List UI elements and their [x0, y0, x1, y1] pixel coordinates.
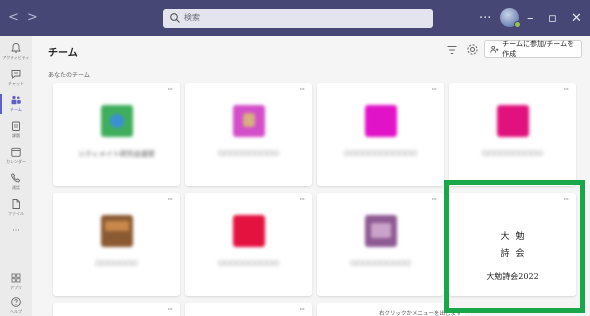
team-name: ○○○○○○○○○○: [217, 149, 280, 157]
minimize-button[interactable]: –: [527, 8, 534, 28]
apps-icon: [11, 273, 21, 283]
team-card[interactable]: ··· シティメイト研究会議室: [53, 83, 180, 186]
team-name: ○○○○○○○○○○: [481, 149, 544, 157]
help-icon: [11, 297, 21, 307]
more-options-icon[interactable]: ···: [431, 195, 437, 204]
presence-status-icon: [514, 21, 521, 28]
team-avatar: [232, 105, 265, 137]
rail-label: ファイル: [8, 211, 24, 216]
more-options-icon[interactable]: ···: [299, 85, 305, 94]
close-icon: ✕: [571, 10, 582, 26]
teams-icon: [11, 95, 21, 105]
team-name: ○○○○○○○: [95, 259, 138, 267]
people-add-icon: [490, 45, 499, 53]
team-name: シティメイト研究会議室: [78, 150, 155, 158]
more-options-icon[interactable]: ···: [167, 195, 173, 204]
rail-label: アクティビティ: [2, 55, 30, 60]
chat-icon: [11, 70, 21, 79]
search-icon: [170, 13, 180, 23]
phone-icon: [10, 173, 21, 183]
filter-icon[interactable]: [446, 44, 458, 56]
back-arrow-icon[interactable]: <: [8, 10, 19, 26]
team-avatar: [232, 215, 265, 247]
rail-label: ヘルプ: [10, 309, 22, 314]
close-button[interactable]: ✕: [571, 8, 582, 28]
team-avatar: [364, 105, 397, 137]
team-card[interactable]: ··· ○○○○○○○○○○: [449, 83, 576, 186]
more-options-icon[interactable]: ···: [563, 85, 569, 94]
search-placeholder: 検索: [184, 13, 200, 22]
more-options-icon[interactable]: ···: [431, 85, 437, 94]
forward-arrow-icon[interactable]: >: [27, 10, 38, 26]
team-avatar: [100, 105, 133, 137]
team-card[interactable]: ···: [53, 303, 180, 316]
team-card[interactable]: ··· ○○○○○○○○○○○○: [317, 83, 444, 186]
team-name: ○○○○○○○○○○○○: [343, 149, 418, 157]
rail-label: チーム: [10, 107, 22, 112]
join-or-create-team-button[interactable]: チームに参加/チームを作成: [484, 40, 582, 58]
minimize-icon: –: [527, 10, 534, 26]
rail-item-help[interactable]: ヘルプ: [0, 292, 32, 316]
team-card[interactable]: ··· ○○○○○○○○○○: [185, 193, 312, 296]
team-name: ○○○○○○○○○○: [349, 259, 412, 267]
page-title: チーム: [48, 48, 78, 59]
calendar-icon: [11, 147, 21, 157]
team-card[interactable]: ···: [185, 303, 312, 316]
rail-label: 課題: [12, 133, 20, 138]
nav-arrows: < >: [8, 10, 38, 26]
team-avatar: [364, 215, 397, 247]
rail-item-more[interactable]: ···: [0, 220, 32, 250]
more-icon: ···: [479, 10, 492, 26]
rail-label: チャット: [8, 81, 24, 86]
avatar[interactable]: [500, 8, 521, 28]
section-label: あなたのチーム: [48, 72, 90, 79]
more-options-icon[interactable]: ···: [299, 305, 305, 314]
team-card[interactable]: ··· ○○○○○○○○○○: [185, 83, 312, 186]
rail-label: アプリ: [10, 285, 22, 290]
team-avatar: [496, 105, 529, 137]
more-options-icon[interactable]: ···: [299, 195, 305, 204]
team-name: ○○○○○○○○○○: [217, 259, 280, 267]
bell-icon: [11, 43, 21, 53]
file-icon: [12, 199, 20, 209]
more-apps-icon: ···: [12, 226, 20, 235]
rail-label: 通話: [12, 185, 20, 190]
app-rail: アクティビティ チャット チーム 課題 カレンダー 通話 ファイル ··· アプ…: [0, 36, 32, 316]
highlight-box: [444, 180, 585, 313]
search-input[interactable]: 検索: [163, 9, 433, 28]
gear-icon[interactable]: [466, 43, 479, 56]
maximize-button[interactable]: ▫: [548, 8, 557, 28]
team-card[interactable]: ··· ○○○○○○○○○○: [317, 193, 444, 296]
assignments-icon: [12, 121, 20, 131]
team-card[interactable]: ··· ○○○○○○○: [53, 193, 180, 296]
more-options-icon[interactable]: ···: [167, 85, 173, 94]
team-avatar: [100, 215, 133, 247]
more-options-button[interactable]: ···: [479, 8, 491, 28]
join-button-label: チームに参加/チームを作成: [502, 40, 575, 58]
title-bar: < > 検索 ··· – ▫ ✕: [0, 0, 590, 36]
maximize-icon: ▫: [548, 10, 557, 26]
rail-label: カレンダー: [6, 159, 26, 164]
more-options-icon[interactable]: ···: [167, 305, 173, 314]
